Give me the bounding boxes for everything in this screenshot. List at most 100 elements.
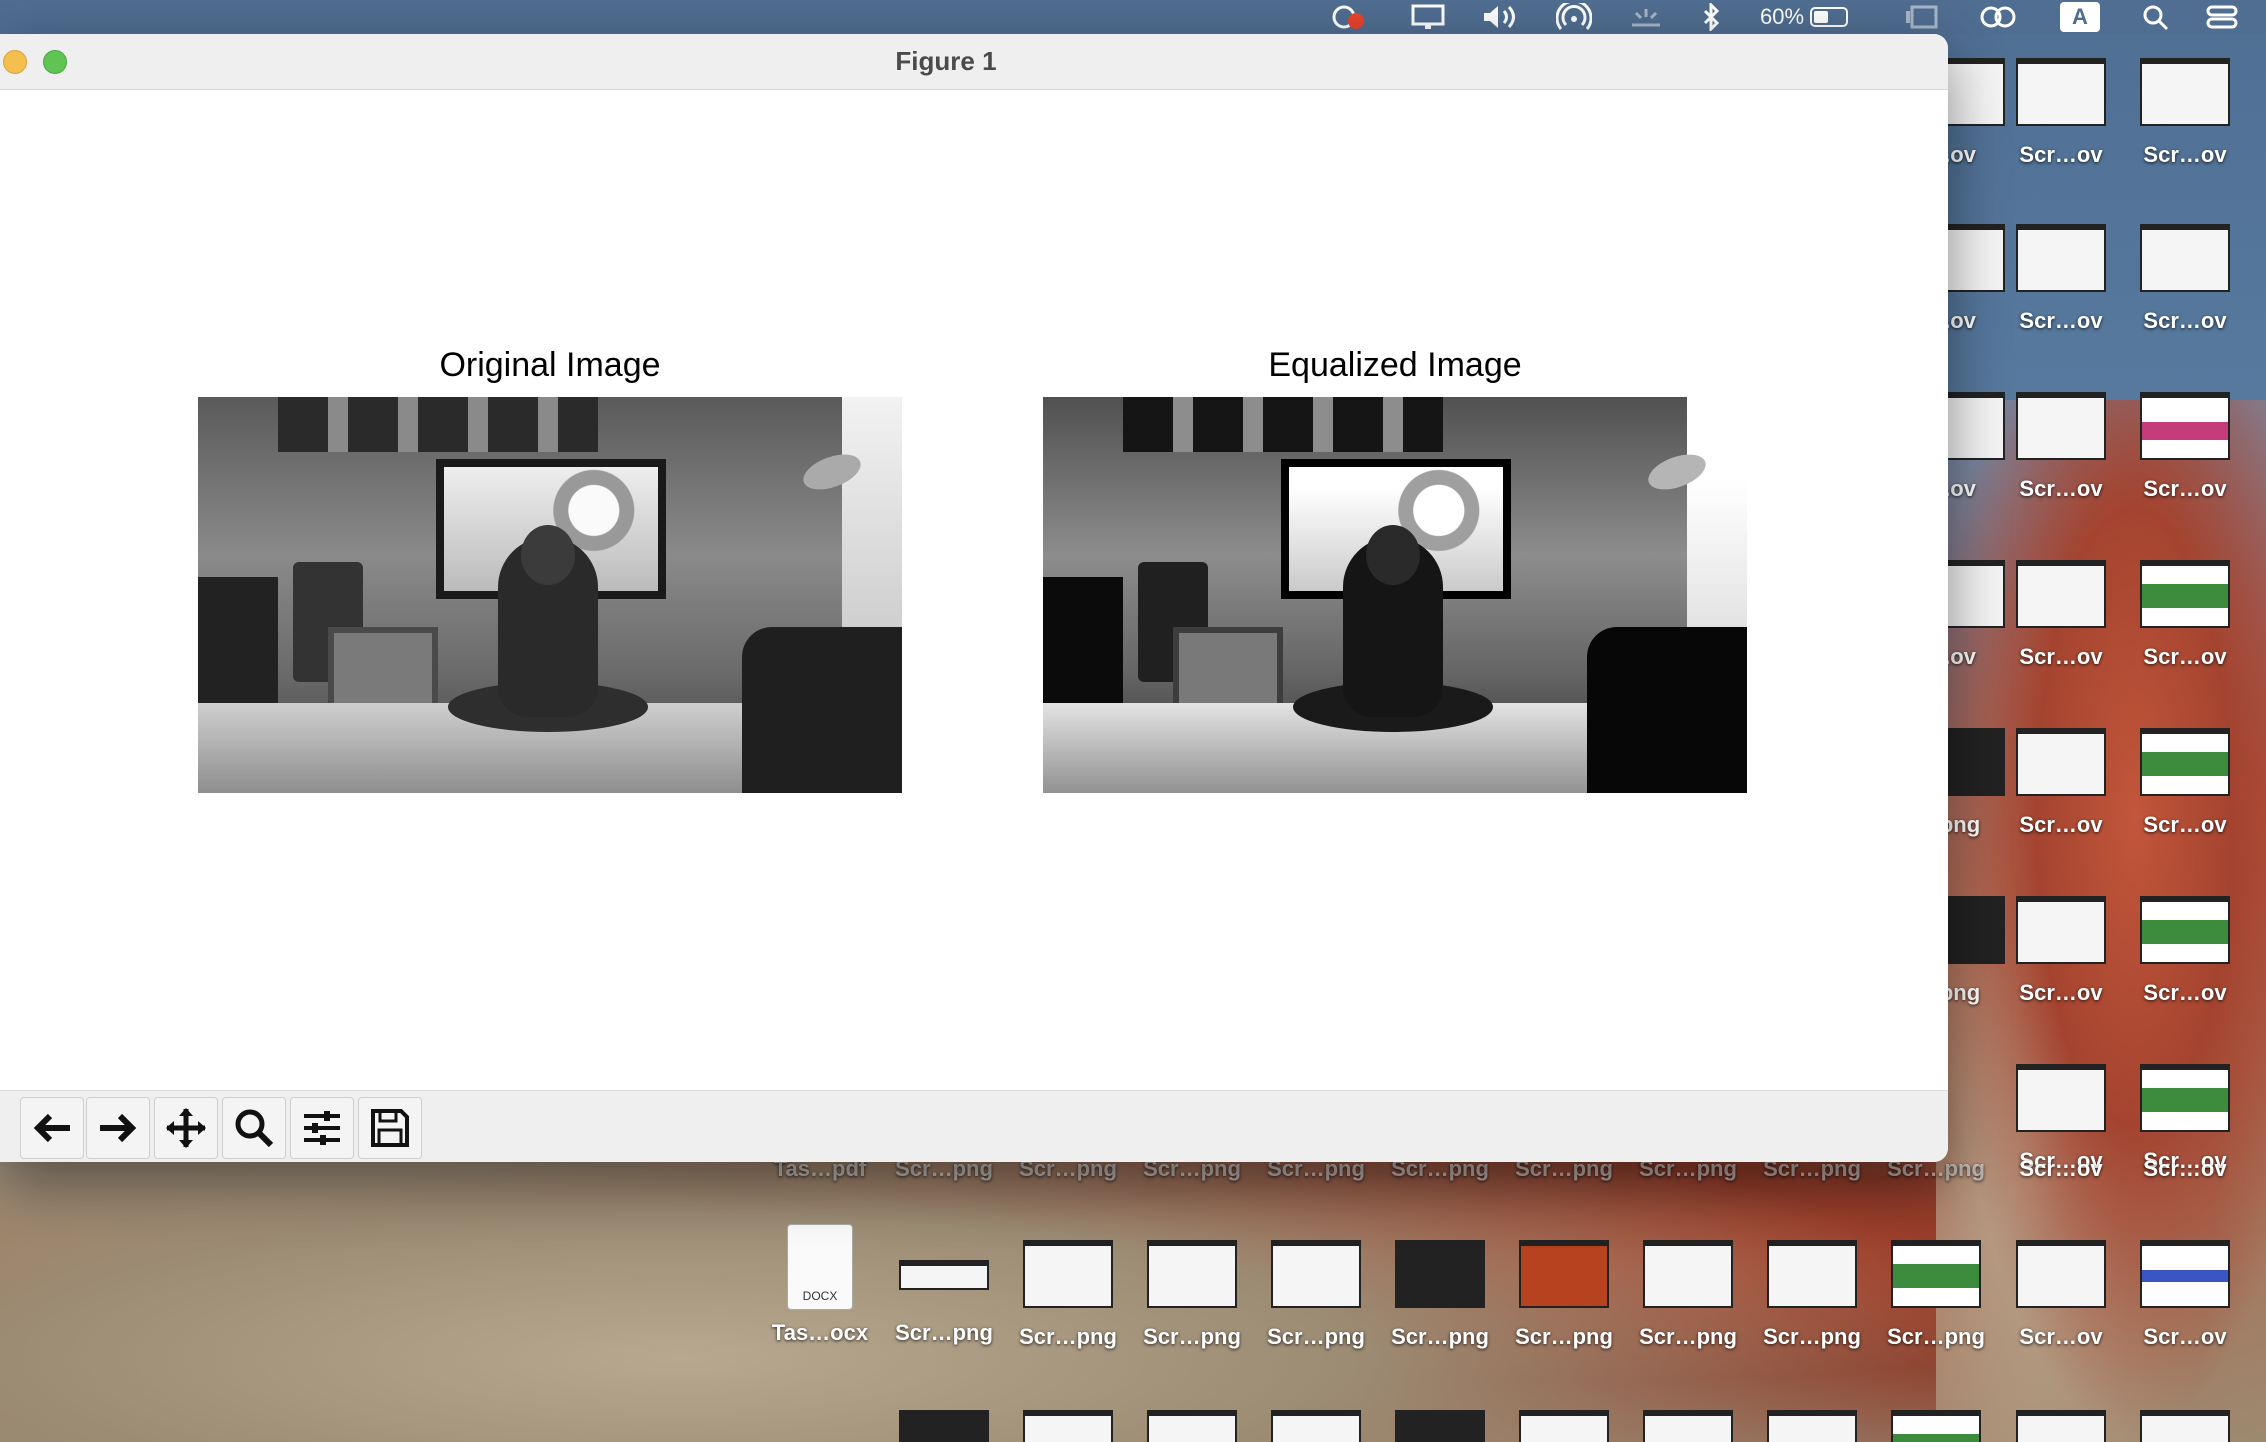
file-label: Scr…png — [1515, 1324, 1613, 1349]
desktop-file[interactable]: Scr…png — [1261, 1240, 1371, 1350]
desktop-file-docx[interactable]: DOCX Tas…ocx — [765, 1224, 875, 1346]
desktop-file[interactable] — [1261, 1410, 1371, 1442]
desktop-file[interactable]: Scr…ov — [2006, 58, 2116, 168]
brightness-icon[interactable] — [1628, 3, 1664, 31]
file-label: Scr…ov — [2143, 644, 2227, 669]
file-label: Scr…ov — [2019, 142, 2103, 167]
desktop-file[interactable]: Scr…png — [889, 1240, 999, 1346]
input-source-letter: A — [2060, 2, 2100, 32]
desktop-file[interactable] — [1757, 1410, 1867, 1442]
pan-button[interactable] — [154, 1097, 218, 1159]
file-label: Scr…ov — [2143, 1324, 2227, 1349]
desktop-file[interactable]: Scr…ov — [2130, 560, 2240, 670]
back-icon — [33, 1113, 70, 1143]
pan-icon — [166, 1108, 206, 1148]
desktop-file[interactable] — [1881, 1410, 1991, 1442]
file-label: Scr…ov — [2143, 1156, 2227, 1181]
file-thumbnail — [1147, 1410, 1237, 1442]
back-button[interactable] — [20, 1097, 84, 1159]
display-icon[interactable] — [1410, 3, 1446, 31]
battery-status[interactable]: 60% — [1760, 3, 1849, 31]
input-source-menu[interactable]: A — [2060, 2, 2100, 32]
file-thumbnail — [1023, 1240, 1113, 1308]
desktop-file[interactable]: Scr…png — [1013, 1240, 1123, 1350]
desktop-file[interactable]: Scr…png — [1137, 1240, 1247, 1350]
spotlight-search-icon[interactable] — [2140, 3, 2172, 31]
file-label: Scr…png — [1887, 1324, 1985, 1349]
file-thumbnail — [1643, 1410, 1733, 1442]
desktop-file[interactable]: Scr…ov — [2006, 1140, 2116, 1182]
desktop-file[interactable]: Scr…ov — [2006, 896, 2116, 1006]
desktop-file[interactable] — [889, 1410, 999, 1442]
file-label: Scr…ov — [2143, 142, 2227, 167]
control-center-link-icon[interactable] — [1976, 3, 2020, 31]
file-thumbnail — [1891, 1410, 1981, 1442]
file-thumbnail — [899, 1260, 989, 1290]
zoom-button[interactable] — [222, 1097, 286, 1159]
desktop-file[interactable]: Scr…png — [1881, 1240, 1991, 1350]
file-thumbnail — [2016, 1240, 2106, 1308]
battery-icon — [1810, 7, 1849, 27]
figure-window: Figure 1 Original Image Equalized Image — [0, 34, 1948, 1162]
desktop-file[interactable]: Scr…ov — [2006, 560, 2116, 670]
file-thumbnail — [2140, 58, 2230, 126]
title-bar[interactable]: Figure 1 — [0, 34, 1948, 90]
desktop-file[interactable]: Scr…png — [1757, 1240, 1867, 1350]
file-thumbnail — [2140, 728, 2230, 796]
docx-file-icon: DOCX — [787, 1224, 853, 1310]
save-button[interactable] — [358, 1097, 422, 1159]
bluetooth-icon[interactable] — [1700, 3, 1724, 31]
right-subplot-title: Equalized Image — [1268, 346, 1522, 384]
desktop-file[interactable]: Scr…ov — [2130, 1240, 2240, 1350]
screen-record-icon[interactable] — [1330, 3, 1370, 31]
file-thumbnail — [1891, 1240, 1981, 1308]
file-thumbnail — [2140, 392, 2230, 460]
docx-badge: DOCX — [802, 1289, 838, 1303]
figure-canvas[interactable]: Original Image Equalized Image — [0, 90, 1948, 1090]
desktop-file[interactable]: Scr…ov — [2006, 1240, 2116, 1350]
forward-button[interactable] — [86, 1097, 150, 1159]
file-thumbnail — [2016, 224, 2106, 292]
file-thumbnail — [1395, 1240, 1485, 1308]
control-center-icon[interactable] — [2204, 3, 2240, 31]
desktop-file[interactable]: Scr…ov — [2006, 224, 2116, 334]
window-title: Figure 1 — [895, 46, 997, 76]
desktop-file[interactable] — [2006, 1410, 2116, 1442]
desktop-file[interactable]: Scr…ov — [2130, 224, 2240, 334]
left-subplot-title: Original Image — [439, 346, 661, 384]
desktop-file[interactable]: Scr…ov — [2130, 896, 2240, 1006]
zoom-icon — [235, 1109, 274, 1148]
desktop-file[interactable]: Scr…ov — [2006, 728, 2116, 838]
file-thumbnail — [2016, 1064, 2106, 1132]
desktop-file[interactable]: Scr…ov — [2130, 728, 2240, 838]
file-thumbnail — [2016, 728, 2106, 796]
stage-manager-icon[interactable] — [1904, 3, 1940, 31]
configure-subplots-button[interactable] — [290, 1097, 354, 1159]
desktop-file[interactable] — [2130, 1410, 2240, 1442]
configure-subplots-icon — [304, 1111, 340, 1145]
airdrop-icon[interactable] — [1556, 3, 1592, 31]
desktop-file[interactable]: Scr…ov — [2130, 1140, 2240, 1182]
desktop-file[interactable] — [1509, 1410, 1619, 1442]
desktop-file[interactable] — [1633, 1410, 1743, 1442]
desktop-file[interactable]: Scr…ov — [2130, 58, 2240, 168]
volume-icon[interactable] — [1480, 3, 1520, 31]
desktop-file[interactable] — [1137, 1410, 1247, 1442]
desktop-file[interactable] — [1385, 1410, 1495, 1442]
original-image — [198, 397, 902, 793]
file-thumbnail — [2140, 1410, 2230, 1442]
desktop-file[interactable]: Scr…png — [1509, 1240, 1619, 1350]
desktop-file[interactable]: Scr…png — [1633, 1240, 1743, 1350]
file-label: Scr…ov — [2019, 476, 2103, 501]
desktop-file[interactable]: Scr…ov — [2006, 392, 2116, 502]
file-thumbnail — [1519, 1410, 1609, 1442]
file-thumbnail — [1767, 1410, 1857, 1442]
desktop-file[interactable]: Scr…ov — [2130, 392, 2240, 502]
file-label: Scr…png — [1763, 1324, 1861, 1349]
desktop-file[interactable]: Scr…png — [1385, 1240, 1495, 1350]
file-label: Scr…ov — [2019, 1156, 2103, 1181]
file-thumbnail — [2016, 58, 2106, 126]
file-thumbnail — [1643, 1240, 1733, 1308]
file-label: Scr…ov — [2019, 308, 2103, 333]
desktop-file[interactable] — [1013, 1410, 1123, 1442]
